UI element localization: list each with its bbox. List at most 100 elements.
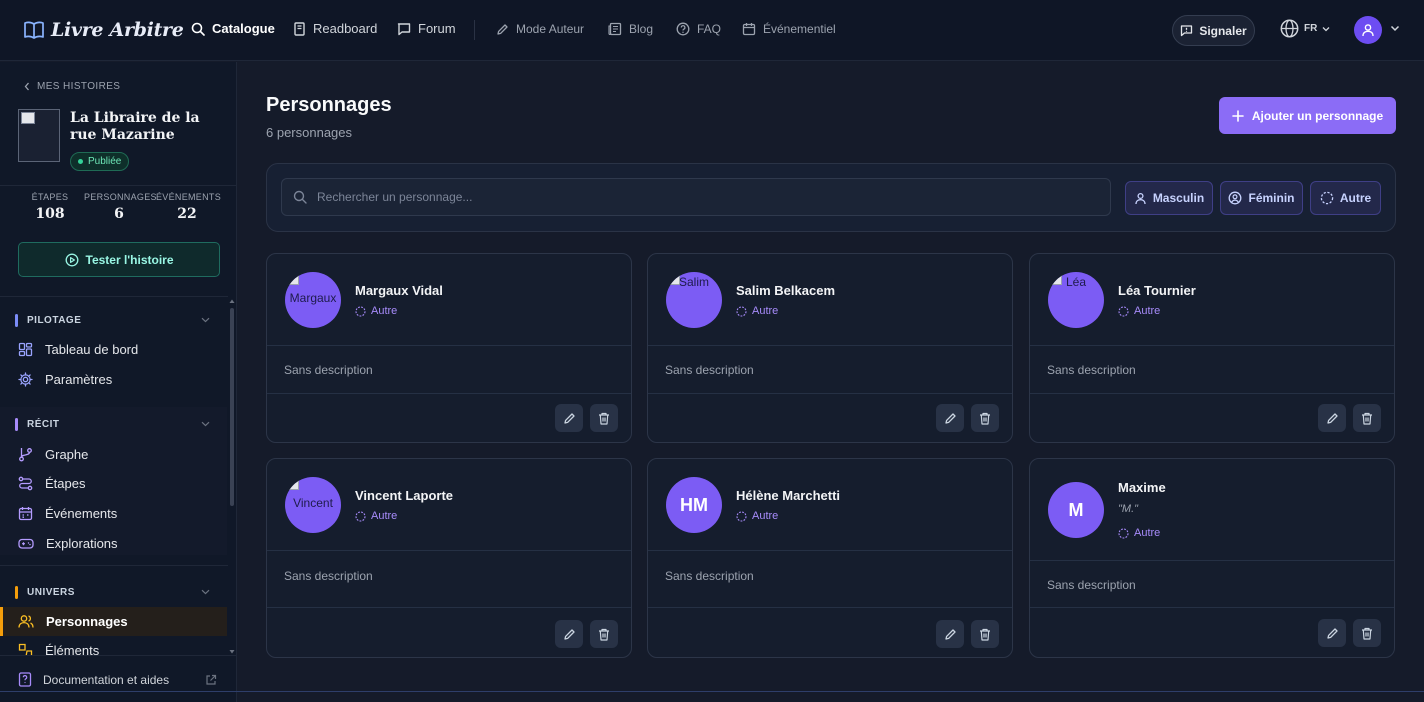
- nav-blog[interactable]: Blog: [608, 22, 653, 36]
- edit-button[interactable]: [1318, 619, 1346, 647]
- search-input[interactable]: [317, 190, 1110, 204]
- user-avatar[interactable]: [1354, 16, 1382, 44]
- nav-faq[interactable]: FAQ: [676, 22, 721, 36]
- character-description: Sans description: [267, 346, 631, 394]
- stat-value: 108: [35, 206, 65, 222]
- edit-button[interactable]: [936, 404, 964, 432]
- status-label: Publiée: [88, 156, 122, 167]
- pencil-icon: [1326, 412, 1339, 425]
- character-card[interactable]: HM Hélène Marchetti Autre Sans descripti…: [647, 458, 1013, 658]
- pencil-icon: [944, 628, 957, 641]
- delete-button[interactable]: [590, 404, 618, 432]
- test-story-button[interactable]: Tester l'histoire: [18, 242, 220, 277]
- edit-button[interactable]: [555, 620, 583, 648]
- nav-mode-auteur-label: Mode Auteur: [516, 22, 585, 36]
- avatar-alt-text: Salim: [678, 275, 709, 289]
- trash-icon: [979, 412, 991, 425]
- stat-etapes: ÉTAPES 108: [28, 192, 72, 222]
- sidebar-item-label: Explorations: [46, 536, 118, 551]
- gamepad-icon: [18, 536, 34, 551]
- app-logo[interactable]: Livre Arbitre: [24, 19, 184, 41]
- delete-button[interactable]: [590, 620, 618, 648]
- character-card[interactable]: Salim Salim Belkacem Autre Sans descript…: [647, 253, 1013, 443]
- section-pilotage-header[interactable]: PILOTAGE: [15, 314, 81, 327]
- section-color-bar: [15, 418, 18, 431]
- documentation-link[interactable]: Documentation et aides: [18, 672, 169, 687]
- dashed-circle-icon: [355, 510, 366, 522]
- report-button[interactable]: Signaler: [1172, 15, 1255, 46]
- dashed-circle-icon: [1118, 527, 1129, 539]
- broken-image-icon: [289, 480, 299, 490]
- trash-icon: [1361, 412, 1373, 425]
- test-story-label: Tester l'histoire: [85, 252, 174, 267]
- pen-icon: [496, 23, 509, 36]
- nav-readboard[interactable]: Readboard: [293, 21, 377, 36]
- language-selector[interactable]: FR: [1280, 19, 1330, 38]
- gender-label: Autre: [752, 510, 779, 522]
- gender-label: Autre: [371, 510, 398, 522]
- back-to-stories-link[interactable]: MES HISTOIRES: [24, 81, 120, 92]
- character-name: Margaux Vidal: [355, 283, 443, 298]
- edit-button[interactable]: [1318, 404, 1346, 432]
- delete-button[interactable]: [971, 404, 999, 432]
- character-card[interactable]: Margaux Margaux Vidal Autre Sans descrip…: [266, 253, 632, 443]
- character-count: 6 personnages: [266, 125, 353, 140]
- app-name: Livre Arbitre: [51, 19, 184, 41]
- user-menu-chevron-icon[interactable]: [1390, 25, 1400, 32]
- section-title: RÉCIT: [27, 419, 60, 430]
- add-character-button[interactable]: Ajouter un personnage: [1219, 97, 1396, 134]
- sidebar-scrollbar-thumb[interactable]: [230, 308, 234, 506]
- trash-icon: [598, 412, 610, 425]
- sidebar-item-parametres[interactable]: Paramètres: [18, 372, 112, 387]
- edit-button[interactable]: [936, 620, 964, 648]
- calendar-icon: [18, 506, 33, 521]
- filter-feminin[interactable]: Féminin: [1220, 181, 1303, 215]
- gender-label: Autre: [1134, 527, 1161, 539]
- nav-separator: [474, 20, 475, 40]
- delete-button[interactable]: [971, 620, 999, 648]
- chevron-down-icon[interactable]: [201, 421, 210, 427]
- sidebar-item-label: Événements: [45, 506, 118, 521]
- character-card[interactable]: Léa Léa Tournier Autre Sans description: [1029, 253, 1395, 443]
- sidebar-item-evenements[interactable]: Événements: [18, 506, 117, 521]
- section-color-bar: [15, 586, 18, 599]
- section-univers-header[interactable]: UNIVERS: [15, 586, 75, 599]
- gender-badge: Autre: [355, 510, 397, 522]
- nav-mode-auteur[interactable]: Mode Auteur: [496, 22, 584, 36]
- section-recit-header[interactable]: RÉCIT: [15, 418, 60, 431]
- sidebar-item-personnages[interactable]: Personnages: [18, 614, 128, 629]
- story-cover-image: [18, 109, 60, 162]
- delete-button[interactable]: [1353, 619, 1381, 647]
- gender-badge: Autre: [1118, 527, 1160, 539]
- dashed-circle-icon: [355, 305, 366, 317]
- top-navbar: Livre Arbitre Catalogue Readboard Forum …: [0, 0, 1424, 61]
- filter-autre[interactable]: Autre: [1310, 181, 1381, 215]
- character-card[interactable]: M Maxime "M." Autre Sans description: [1029, 458, 1395, 658]
- newspaper-icon: [608, 22, 622, 36]
- edit-button[interactable]: [555, 404, 583, 432]
- sidebar-item-tableau-de-bord[interactable]: Tableau de bord: [18, 342, 138, 357]
- nav-forum[interactable]: Forum: [397, 21, 456, 36]
- character-description: Sans description: [267, 551, 631, 608]
- delete-button[interactable]: [1353, 404, 1381, 432]
- sidebar-item-graphe[interactable]: Graphe: [18, 447, 88, 462]
- character-card[interactable]: Vincent Vincent Laporte Autre Sans descr…: [266, 458, 632, 658]
- gear-icon: [18, 372, 33, 387]
- search-box[interactable]: [281, 178, 1111, 216]
- pencil-icon: [563, 412, 576, 425]
- chevron-down-icon[interactable]: [201, 589, 210, 595]
- book-icon: [293, 21, 306, 36]
- gender-badge: Autre: [736, 510, 778, 522]
- nav-evenementiel[interactable]: Événementiel: [742, 22, 836, 36]
- sidebar-item-etapes[interactable]: Étapes: [18, 476, 85, 491]
- chevron-down-icon[interactable]: [201, 317, 210, 323]
- stat-personnages: PERSONNAGES 6: [84, 192, 157, 222]
- section-title: PILOTAGE: [27, 315, 82, 326]
- route-icon: [18, 476, 33, 491]
- nav-catalogue[interactable]: Catalogue: [191, 21, 275, 36]
- filter-masculin[interactable]: Masculin: [1125, 181, 1213, 215]
- user-icon: [1134, 192, 1147, 205]
- character-avatar: Salim: [666, 272, 722, 328]
- sidebar-item-explorations[interactable]: Explorations: [18, 536, 118, 551]
- nav-catalogue-label: Catalogue: [212, 21, 275, 36]
